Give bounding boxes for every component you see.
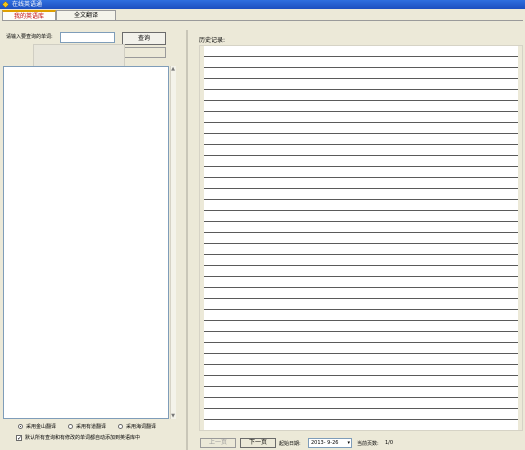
title-bar [0, 0, 525, 9]
start-date-label: 起始日期: [279, 441, 301, 447]
auto-add-label: 默认所有查询和有修改的单词都自动添加到英语库中 [25, 435, 141, 441]
radio-youdao-label: 采用有道翻译 [76, 423, 107, 430]
lookup-button[interactable]: 查询 [122, 32, 166, 45]
scroll-up-icon[interactable]: ▲ [170, 66, 176, 72]
app-icon [2, 1, 9, 8]
page-count-label: 当前页数: [357, 441, 379, 447]
radio-jinshan[interactable]: 采用金山翻译 [18, 422, 56, 430]
page-count-value: 1/0 [385, 440, 394, 446]
auto-add-checkbox-row[interactable]: ✓ 默认所有查询和有修改的单词都自动添加到英语库中 [16, 434, 140, 441]
word-search-input[interactable] [60, 32, 115, 43]
radio-haici-label: 采用海词翻译 [126, 423, 157, 430]
secondary-button[interactable] [122, 47, 166, 58]
prev-page-button[interactable]: 上一页 [200, 438, 236, 448]
translation-result-box[interactable] [3, 66, 169, 419]
tab-full-text-translation[interactable]: 全文翻译 [56, 10, 116, 20]
radio-jinshan-label: 采用金山翻译 [26, 423, 57, 430]
history-list[interactable] [199, 45, 523, 431]
start-date-picker[interactable]: 2013- 9-26 ▾ [308, 438, 352, 448]
radio-icon[interactable] [118, 423, 123, 429]
tab-divider [2, 20, 523, 21]
radio-youdao[interactable]: 采用有道翻译 [68, 422, 106, 430]
radio-haici[interactable]: 采用海词翻译 [118, 422, 156, 430]
radio-icon[interactable] [68, 423, 73, 429]
start-date-value: 2013- 9-26 [311, 440, 339, 446]
query-label: 请输入要查询的单词: [6, 34, 53, 40]
history-label: 历史记录: [199, 37, 226, 44]
chevron-down-icon[interactable]: ▾ [347, 439, 350, 447]
panel-divider [186, 30, 188, 450]
next-page-button[interactable]: 下一页 [240, 438, 276, 448]
history-scrollbar[interactable] [519, 45, 523, 431]
result-scrollbar[interactable] [170, 66, 176, 419]
radio-selected-icon[interactable] [18, 423, 23, 429]
checkbox-checked-icon[interactable]: ✓ [16, 434, 22, 441]
scroll-down-icon[interactable]: ▼ [170, 413, 176, 419]
window-title: 在线英语通 [12, 1, 43, 8]
